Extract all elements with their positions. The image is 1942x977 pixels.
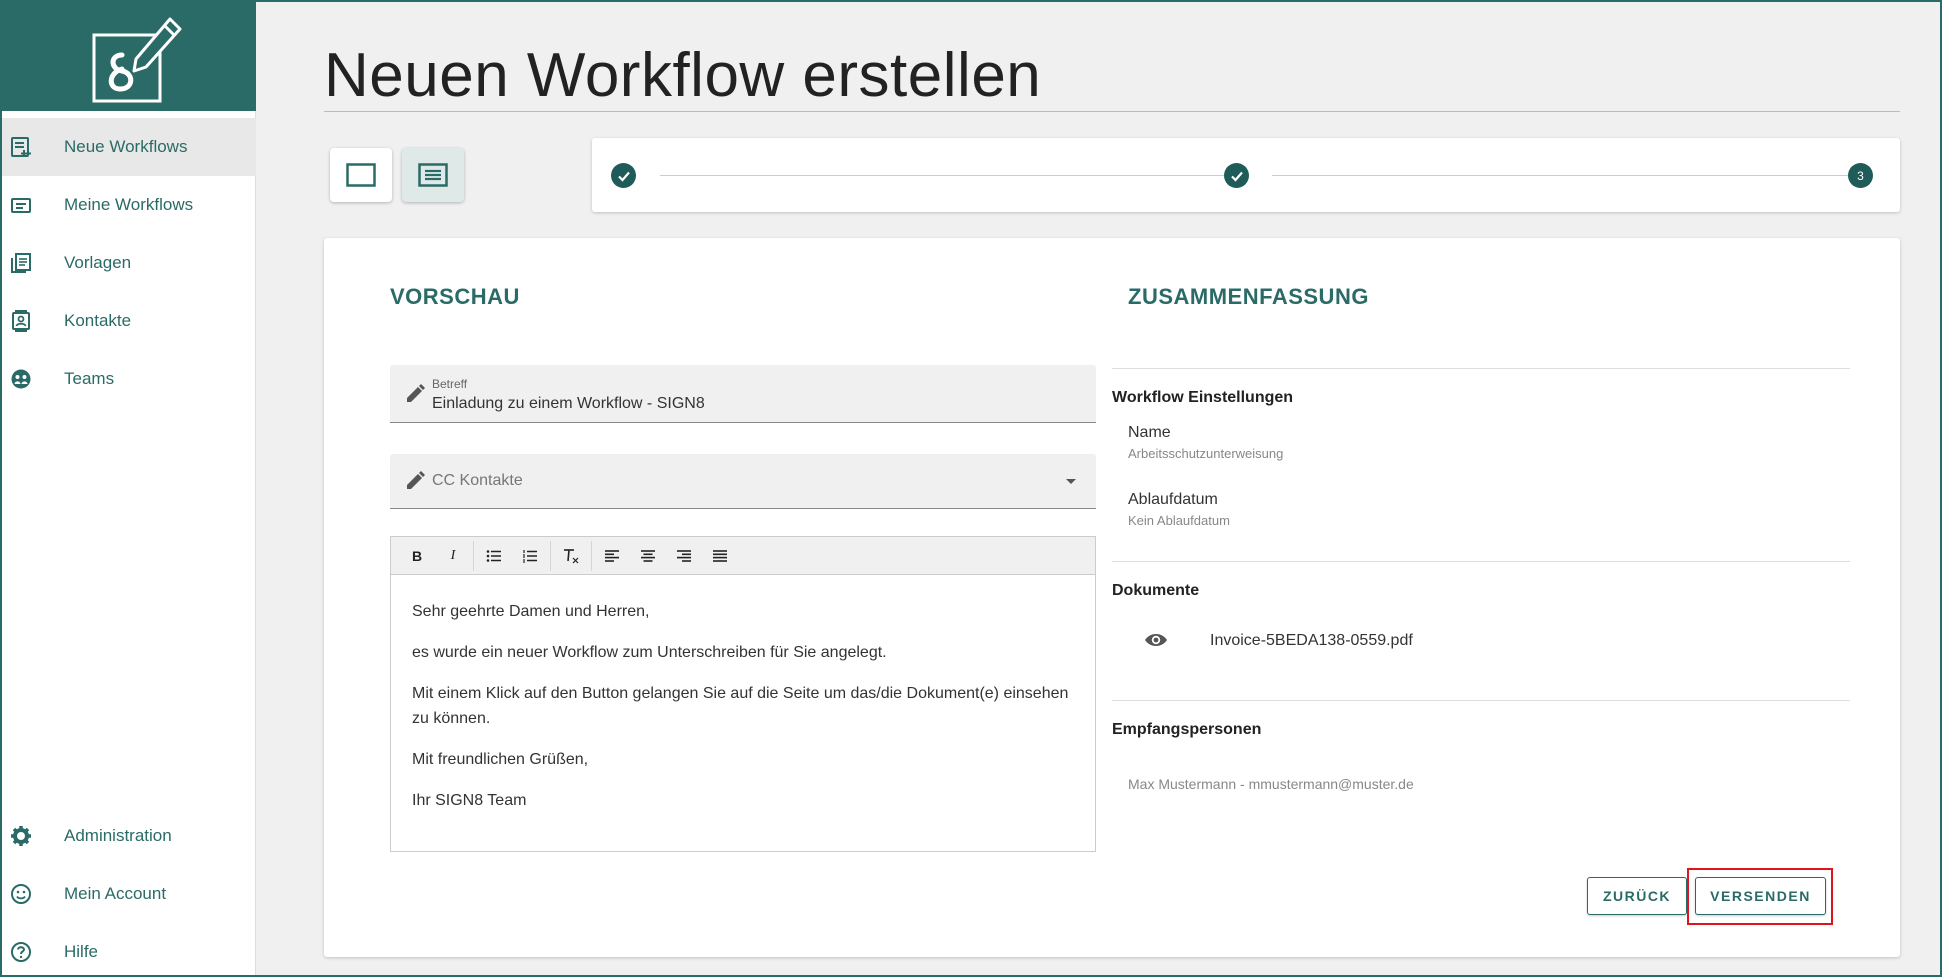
eye-icon[interactable] [1144, 632, 1168, 648]
sidebar-item-label: Vorlagen [64, 253, 132, 272]
text-view-icon [418, 163, 448, 187]
recipients-heading: Empfangspersonen [1112, 721, 1262, 738]
bullet-list-button[interactable] [476, 541, 512, 571]
cc-contacts-placeholder: CC Kontakte [432, 472, 523, 489]
sidebar-item-neue-workflows[interactable]: Neue Workflows [2, 118, 256, 176]
step-1-complete[interactable] [611, 163, 636, 188]
align-left-button[interactable] [594, 541, 630, 571]
body-paragraph: es wurde ein neuer Workflow zum Untersch… [412, 644, 887, 661]
app-frame: Neue Workflows Meine Workflows Vorlagen … [2, 2, 1940, 975]
bullet-list-icon [486, 549, 501, 562]
chevron-down-icon [1066, 479, 1076, 484]
workflow-stepper: 3 [592, 138, 1900, 212]
sidebar-item-label: Kontakte [64, 311, 132, 330]
sidebar-item-kontakte[interactable]: Kontakte [2, 292, 256, 350]
workflow-settings-heading: Workflow Einstellungen [1112, 389, 1294, 406]
sign8-logo-icon [92, 17, 182, 102]
page-title: Neuen Workflow erstellen [324, 41, 1042, 110]
new-document-icon [8, 134, 34, 160]
align-right-icon [677, 549, 691, 562]
preview-heading: VORSCHAU [390, 284, 520, 309]
body-paragraph: Mit einem Klick auf den Button gelangen … [412, 685, 1069, 727]
sidebar-item-mein-account[interactable]: Mein Account [2, 865, 256, 923]
numbered-list-icon [523, 549, 537, 563]
align-right-button[interactable] [666, 541, 702, 571]
title-divider [324, 111, 1900, 112]
sidebar-item-vorlagen[interactable]: Vorlagen [2, 234, 256, 292]
gear-icon [8, 823, 34, 849]
sidebar-item-label: Administration [64, 826, 172, 845]
main-content: Neuen Workflow erstellen 3 VORSCHAU Betr… [256, 2, 1940, 975]
sidebar-nav: Neue Workflows Meine Workflows Vorlagen … [2, 118, 256, 408]
sidebar: Neue Workflows Meine Workflows Vorlagen … [2, 2, 256, 975]
sidebar-item-label: Teams [64, 369, 115, 388]
sidebar-item-label: Mein Account [64, 884, 167, 903]
pencil-icon [407, 384, 425, 402]
email-body-editor[interactable]: B I Sehr geehrte Damen und Herren, es wu… [390, 536, 1096, 852]
sidebar-bottom-nav: Administration Mein Account Hilfe [2, 807, 256, 975]
single-view-button[interactable] [330, 148, 392, 202]
step-3-current[interactable]: 3 [1848, 163, 1873, 188]
name-label: Name [1128, 424, 1171, 441]
step-2-complete[interactable] [1224, 163, 1249, 188]
numbered-list-button[interactable] [512, 541, 548, 571]
align-center-icon [641, 549, 655, 562]
sidebar-item-meine-workflows[interactable]: Meine Workflows [2, 176, 256, 234]
expiry-label: Ablaufdatum [1128, 491, 1218, 508]
summary-divider [1112, 368, 1850, 369]
clear-format-icon [564, 548, 579, 563]
templates-icon [8, 250, 34, 276]
align-center-button[interactable] [630, 541, 666, 571]
italic-button[interactable]: I [435, 541, 471, 571]
check-icon [1230, 171, 1243, 182]
sidebar-item-label: Meine Workflows [64, 195, 194, 214]
document-name[interactable]: Invoice-5BEDA138-0559.pdf [1210, 632, 1413, 650]
clear-format-button[interactable] [553, 541, 589, 571]
sidebar-item-label: Neue Workflows [64, 137, 188, 156]
body-paragraph: Ihr SIGN8 Team [412, 792, 527, 809]
name-value: Arbeitsschutzunterweisung [1128, 446, 1284, 461]
subject-field[interactable]: Betreff Einladung zu einem Workflow - SI… [390, 365, 1096, 423]
workflow-card: VORSCHAU Betreff Einladung zu einem Work… [324, 238, 1900, 957]
send-button[interactable]: VERSENDEN [1695, 877, 1826, 915]
body-paragraph: Sehr geehrte Damen und Herren, [412, 603, 650, 620]
step-connector [660, 175, 1224, 176]
align-left-icon [605, 549, 619, 562]
teams-icon [8, 366, 34, 392]
editor-content[interactable]: Sehr geehrte Damen und Herren, es wurde … [391, 575, 1095, 813]
logo[interactable] [2, 2, 256, 111]
subject-value: Einladung zu einem Workflow - SIGN8 [432, 395, 705, 412]
subject-label: Betreff [432, 377, 468, 391]
toolbar-divider [591, 540, 592, 571]
documents-heading: Dokumente [1112, 582, 1200, 599]
contacts-icon [8, 308, 34, 334]
summary-heading: ZUSAMMENFASSUNG [1128, 284, 1369, 309]
align-justify-button[interactable] [702, 541, 738, 571]
step-connector [1272, 175, 1848, 176]
square-view-icon [346, 163, 376, 187]
recipient-entry: Max Mustermann - mmustermann@muster.de [1128, 776, 1414, 792]
help-icon [8, 939, 34, 965]
editor-toolbar: B I [391, 537, 1095, 575]
smiley-icon [8, 881, 34, 907]
toolbar-divider [473, 540, 474, 571]
align-justify-icon [713, 549, 727, 562]
bold-button[interactable]: B [399, 541, 435, 571]
check-icon [617, 171, 630, 182]
sidebar-item-label: Hilfe [64, 942, 99, 961]
sidebar-item-teams[interactable]: Teams [2, 350, 256, 408]
toolbar-divider [550, 540, 551, 571]
sidebar-item-administration[interactable]: Administration [2, 807, 256, 865]
pencil-icon [407, 471, 425, 489]
cc-contacts-select[interactable]: CC Kontakte [390, 454, 1096, 509]
sidebar-item-hilfe[interactable]: Hilfe [2, 923, 256, 975]
body-paragraph: Mit freundlichen Grüßen, [412, 751, 589, 768]
back-button[interactable]: ZURÜCK [1587, 877, 1687, 915]
expiry-value: Kein Ablaufdatum [1128, 513, 1230, 528]
summary-divider [1112, 700, 1850, 701]
split-view-button[interactable] [402, 148, 464, 202]
summary-divider [1112, 561, 1850, 562]
folder-icon [8, 192, 34, 218]
